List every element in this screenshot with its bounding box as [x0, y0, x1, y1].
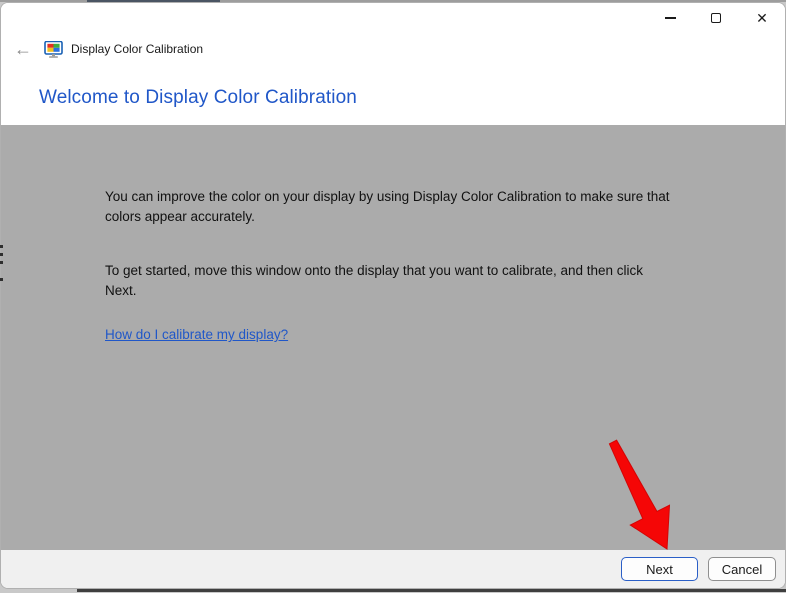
background-window-edge-bottom: [77, 589, 786, 592]
wizard-navbar: ← Display Color Calibration: [1, 33, 785, 65]
left-edge-artifact: [0, 253, 3, 256]
instructions-paragraph: To get started, move this window onto th…: [105, 261, 685, 301]
close-icon: ✕: [756, 11, 768, 25]
help-link[interactable]: How do I calibrate my display?: [105, 327, 288, 342]
wizard-title: Display Color Calibration: [71, 42, 203, 56]
cancel-button[interactable]: Cancel: [708, 557, 776, 581]
window-controls: ✕: [647, 3, 785, 33]
wizard-footer: Next Cancel: [1, 550, 785, 588]
maximize-icon: [711, 13, 721, 23]
close-button[interactable]: ✕: [739, 3, 785, 33]
minimize-icon: [665, 17, 676, 18]
left-edge-artifact: [0, 261, 3, 264]
titlebar[interactable]: ✕: [1, 3, 785, 33]
heading-row: Welcome to Display Color Calibration: [1, 65, 785, 125]
maximize-button[interactable]: [693, 3, 739, 33]
display-color-calibration-window: ✕ ← Display Color Calibration Welcome to…: [0, 2, 786, 589]
page-title: Welcome to Display Color Calibration: [39, 87, 785, 109]
display-color-calibration-icon: [44, 41, 63, 58]
next-button[interactable]: Next: [621, 557, 698, 581]
left-edge-artifact: [0, 245, 3, 248]
back-arrow-icon[interactable]: ←: [14, 40, 40, 58]
intro-paragraph: You can improve the color on your displa…: [105, 187, 685, 227]
wizard-content: You can improve the color on your displa…: [1, 125, 785, 550]
minimize-button[interactable]: [647, 3, 693, 33]
left-edge-artifact: [0, 278, 3, 281]
